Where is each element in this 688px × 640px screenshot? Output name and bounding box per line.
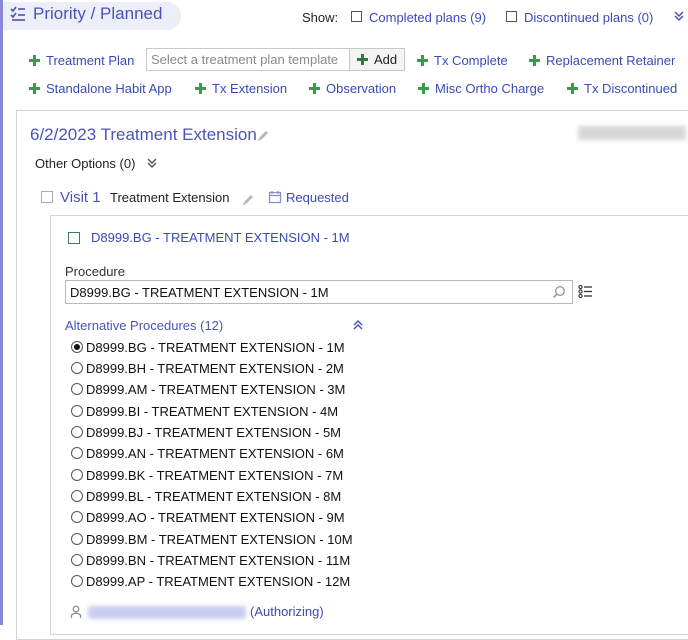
- other-options-label[interactable]: Other Options (0): [35, 156, 135, 171]
- alternative-procedure-option[interactable]: D8999.AM - TREATMENT EXTENSION - 3M: [71, 380, 345, 398]
- alternative-procedure-option[interactable]: D8999.BN - TREATMENT EXTENSION - 11M: [71, 551, 350, 569]
- provider-name-redacted: [578, 126, 686, 140]
- plus-icon: [417, 55, 428, 66]
- plan-title[interactable]: 6/2/2023 Treatment Extension: [30, 125, 257, 145]
- plus-icon: [29, 55, 40, 66]
- alternative-procedure-option[interactable]: D8999.BG - TREATMENT EXTENSION - 1M: [71, 338, 345, 356]
- plus-icon: [418, 83, 429, 94]
- alternative-procedure-label: D8999.BJ - TREATMENT EXTENSION - 5M: [86, 424, 341, 440]
- visit-name: Treatment Extension: [110, 190, 230, 205]
- add-button-label: Add: [374, 52, 398, 67]
- treatment-plan-template-select[interactable]: Select a treatment plan template: [146, 48, 350, 71]
- left-accent-rule: [0, 0, 3, 625]
- alternative-procedure-label: D8999.AN - TREATMENT EXTENSION - 6M: [86, 445, 344, 461]
- double-chevron-up-icon[interactable]: [352, 319, 364, 331]
- alternative-procedures-label[interactable]: Alternative Procedures (12): [65, 318, 223, 333]
- search-icon[interactable]: [552, 285, 566, 299]
- list-icon[interactable]: [578, 284, 593, 299]
- alternative-procedure-label: D8999.BG - TREATMENT EXTENSION - 1M: [86, 339, 345, 355]
- completed-plans-label[interactable]: Completed plans (9): [369, 10, 486, 25]
- tx-discontinued-button[interactable]: Tx Discontinued: [567, 81, 677, 96]
- tx-complete-button[interactable]: Tx Complete: [417, 53, 508, 68]
- alternative-procedure-label: D8999.BL - TREATMENT EXTENSION - 8M: [86, 488, 342, 504]
- add-template-button[interactable]: Add: [350, 48, 405, 71]
- plus-icon: [29, 83, 40, 94]
- radio-button[interactable]: [71, 341, 83, 353]
- alternative-procedure-label: D8999.AP - TREATMENT EXTENSION - 12M: [86, 573, 351, 589]
- pencil-icon[interactable]: [242, 193, 255, 206]
- alternative-procedure-label: D8999.BN - TREATMENT EXTENSION - 11M: [86, 552, 351, 568]
- plus-icon: [567, 83, 578, 94]
- visit-checkbox[interactable]: [41, 191, 53, 203]
- misc-ortho-charge-button[interactable]: Misc Ortho Charge: [418, 81, 544, 96]
- completed-plans-checkbox[interactable]: [351, 11, 362, 22]
- alternative-procedure-option[interactable]: D8999.BI - TREATMENT EXTENSION - 4M: [71, 402, 338, 420]
- alternative-procedure-label: D8999.BH - TREATMENT EXTENSION - 2M: [86, 360, 344, 376]
- procedure-input[interactable]: D8999.BG - TREATMENT EXTENSION - 1M: [65, 280, 573, 304]
- alternative-procedure-label: D8999.BI - TREATMENT EXTENSION - 4M: [86, 403, 339, 419]
- alternative-procedure-option[interactable]: D8999.BK - TREATMENT EXTENSION - 7M: [71, 466, 343, 484]
- page-title: Priority / Planned: [33, 4, 163, 23]
- alternative-procedure-option[interactable]: D8999.AP - TREATMENT EXTENSION - 12M: [71, 572, 350, 590]
- alternative-procedure-option[interactable]: D8999.AO - TREATMENT EXTENSION - 9M: [71, 508, 345, 526]
- alternative-procedure-label: D8999.AM - TREATMENT EXTENSION - 3M: [86, 381, 346, 397]
- tx-extension-button[interactable]: Tx Extension: [195, 81, 287, 96]
- radio-button[interactable]: [71, 554, 83, 566]
- alternative-procedure-option[interactable]: D8999.BJ - TREATMENT EXTENSION - 5M: [71, 423, 341, 441]
- radio-button[interactable]: [71, 490, 83, 502]
- pencil-icon[interactable]: [257, 129, 270, 142]
- authorizing-label[interactable]: (Authorizing): [250, 604, 324, 619]
- radio-button[interactable]: [71, 575, 83, 587]
- replacement-retainer-button[interactable]: Replacement Retainer: [529, 53, 675, 68]
- alternative-procedure-label: D8999.AO - TREATMENT EXTENSION - 9M: [86, 509, 345, 525]
- radio-button[interactable]: [71, 426, 83, 438]
- radio-button[interactable]: [71, 383, 83, 395]
- discontinued-plans-checkbox[interactable]: [506, 11, 517, 22]
- radio-button[interactable]: [71, 469, 83, 481]
- plus-icon: [309, 83, 320, 94]
- radio-button[interactable]: [71, 511, 83, 523]
- show-label: Show:: [302, 10, 339, 25]
- action-label: Treatment Plan: [46, 53, 135, 68]
- radio-button[interactable]: [71, 405, 83, 417]
- action-label: Misc Ortho Charge: [435, 81, 545, 96]
- action-label: Replacement Retainer: [546, 53, 676, 68]
- action-label: Standalone Habit App: [46, 81, 172, 96]
- procedure-title[interactable]: D8999.BG - TREATMENT EXTENSION - 1M: [91, 230, 350, 245]
- standalone-habit-app-button[interactable]: Standalone Habit App: [29, 81, 172, 96]
- authorizing-provider-redacted: [88, 606, 246, 619]
- alternative-procedure-label: D8999.BM - TREATMENT EXTENSION - 10M: [86, 531, 353, 547]
- procedure-checkbox[interactable]: [68, 232, 80, 244]
- alternative-procedure-option[interactable]: D8999.BM - TREATMENT EXTENSION - 10M: [71, 530, 353, 548]
- calendar-icon: [268, 191, 282, 204]
- action-label: Observation: [326, 81, 397, 96]
- alternative-procedure-option[interactable]: D8999.BH - TREATMENT EXTENSION - 2M: [71, 359, 344, 377]
- double-chevron-down-icon[interactable]: [146, 157, 158, 169]
- alternative-procedure-label: D8999.BK - TREATMENT EXTENSION - 7M: [86, 467, 344, 483]
- radio-button[interactable]: [71, 362, 83, 374]
- observation-button[interactable]: Observation: [309, 81, 396, 96]
- radio-button[interactable]: [71, 447, 83, 459]
- visit-number[interactable]: Visit 1: [60, 189, 101, 206]
- plus-icon: [529, 55, 540, 66]
- plus-icon: [357, 54, 368, 65]
- radio-button[interactable]: [71, 533, 83, 545]
- action-label: Tx Extension: [212, 81, 288, 96]
- checklist-icon: [10, 6, 25, 21]
- procedure-field-label: Procedure: [65, 264, 125, 279]
- visit-status[interactable]: Requested: [286, 190, 349, 205]
- alternative-procedure-option[interactable]: D8999.BL - TREATMENT EXTENSION - 8M: [71, 487, 341, 505]
- person-icon: [70, 605, 82, 618]
- double-chevron-down-icon[interactable]: [673, 10, 685, 22]
- plus-icon: [195, 83, 206, 94]
- action-label: Tx Complete: [434, 53, 508, 68]
- alternative-procedure-option[interactable]: D8999.AN - TREATMENT EXTENSION - 6M: [71, 444, 344, 462]
- action-label: Tx Discontinued: [584, 81, 678, 96]
- add-treatment-plan-button[interactable]: Treatment Plan: [29, 53, 134, 68]
- discontinued-plans-label[interactable]: Discontinued plans (0): [524, 10, 653, 25]
